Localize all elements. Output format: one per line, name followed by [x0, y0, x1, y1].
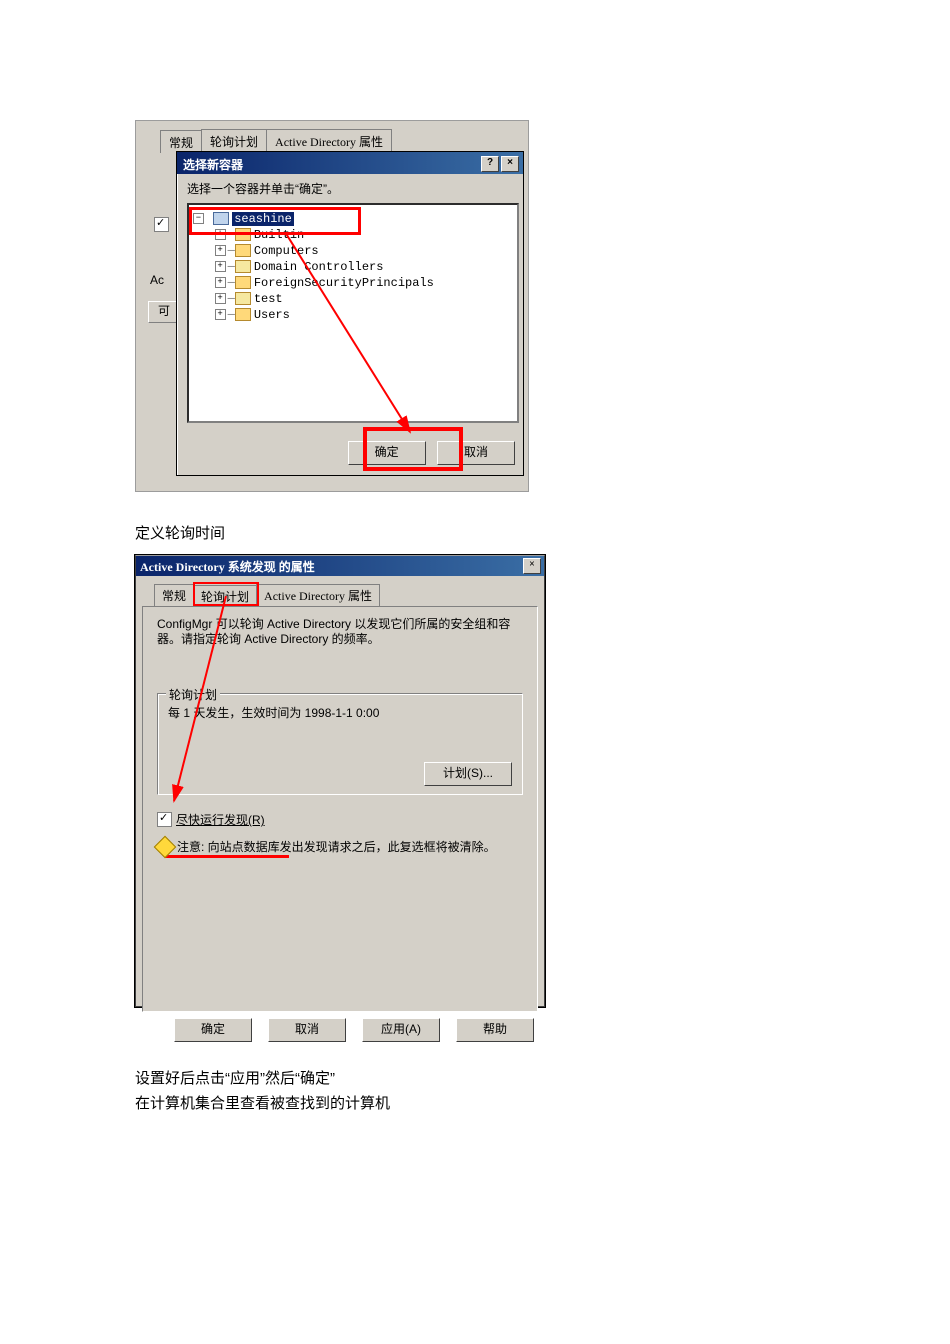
- tab-general[interactable]: 常规: [154, 584, 194, 606]
- bg-checkbox[interactable]: [154, 217, 169, 232]
- select-container-screenshot: 常规 轮询计划 Active Directory 属性 Ac 可 选择新容器 ?…: [135, 120, 529, 492]
- run-asap-label: 尽快运行发现(R): [176, 811, 265, 828]
- dialog2-titlebar: Active Directory 系统发现 的属性 ×: [136, 556, 544, 576]
- tabbar: 常规 轮询计划 Active Directory 属性: [154, 584, 544, 606]
- help-button[interactable]: 帮助: [456, 1018, 534, 1042]
- bg-tabbar: 常规 轮询计划 Active Directory 属性: [160, 129, 391, 152]
- tab-adprops[interactable]: Active Directory 属性: [256, 584, 380, 606]
- dialog-titlebar: 选择新容器 ? ×: [177, 152, 523, 174]
- group-legend: 轮询计划: [166, 686, 220, 703]
- dialog-title: 选择新容器: [183, 156, 243, 173]
- tree-item[interactable]: +─ForeignSecurityPrincipals: [193, 275, 513, 291]
- tree-item[interactable]: +─test: [193, 291, 513, 307]
- highlight-checkbox-underline: [165, 855, 289, 858]
- domain-icon: [213, 212, 229, 225]
- tree-item[interactable]: +─Builtin: [193, 227, 513, 243]
- folder-icon: [235, 276, 251, 289]
- ok-button[interactable]: 确定: [174, 1018, 252, 1042]
- cancel-button[interactable]: 取消: [268, 1018, 346, 1042]
- bg-ac-label: Ac: [150, 273, 164, 287]
- tab-polling[interactable]: 轮询计划: [193, 585, 257, 607]
- tab-adprops-bg[interactable]: Active Directory 属性: [266, 129, 392, 152]
- close-button[interactable]: ×: [501, 156, 519, 172]
- folder-icon: [235, 308, 251, 321]
- schedule-button[interactable]: 计划(S)...: [424, 762, 512, 786]
- caption-define-polling: 定义轮询时间: [135, 522, 950, 543]
- schedule-text: 每 1 天发生，生效时间为 1998-1-1 0:00: [168, 704, 512, 721]
- folder-icon: [235, 228, 251, 241]
- polling-schedule-group: 轮询计划 每 1 天发生，生效时间为 1998-1-1 0:00 计划(S)..…: [157, 693, 523, 795]
- ok-button[interactable]: 确定: [348, 441, 426, 465]
- warning-text: 注意: 向站点数据库发出发现请求之后，此复选框将被清除。: [177, 838, 496, 855]
- dialog-instruction: 选择一个容器并单击“确定”。: [187, 180, 515, 197]
- ou-icon: [235, 292, 251, 305]
- tab-general-bg[interactable]: 常规: [160, 130, 202, 153]
- tree-root[interactable]: − seashine: [193, 211, 513, 227]
- tab-polling-bg[interactable]: 轮询计划: [201, 129, 267, 152]
- ou-icon: [235, 260, 251, 273]
- folder-icon: [235, 244, 251, 257]
- run-asap-checkbox[interactable]: [157, 812, 172, 827]
- help-button[interactable]: ?: [481, 156, 499, 172]
- select-container-dialog: 选择新容器 ? × 选择一个容器并单击“确定”。 − seashine +─Bu…: [176, 151, 524, 476]
- tree-item[interactable]: +─Computers: [193, 243, 513, 259]
- apply-button[interactable]: 应用(A): [362, 1018, 440, 1042]
- caption-view-computers: 在计算机集合里查看被查找到的计算机: [135, 1092, 950, 1113]
- container-tree[interactable]: − seashine +─Builtin +─Computers +─Domai…: [187, 203, 519, 423]
- ad-discovery-properties-dialog: Active Directory 系统发现 的属性 × 常规 轮询计划 Acti…: [135, 555, 545, 1007]
- cancel-button[interactable]: 取消: [437, 441, 515, 465]
- tree-item[interactable]: +─Domain Controllers: [193, 259, 513, 275]
- dialog2-title: Active Directory 系统发现 的属性: [140, 558, 315, 575]
- close-button[interactable]: ×: [523, 558, 541, 574]
- caption-apply-ok: 设置好后点击“应用”然后“确定”: [135, 1067, 950, 1088]
- tree-item[interactable]: +─Users: [193, 307, 513, 323]
- description-text: ConfigMgr 可以轮询 Active Directory 以发现它们所属的…: [157, 617, 523, 647]
- tabpanel-polling: ConfigMgr 可以轮询 Active Directory 以发现它们所属的…: [142, 606, 538, 1012]
